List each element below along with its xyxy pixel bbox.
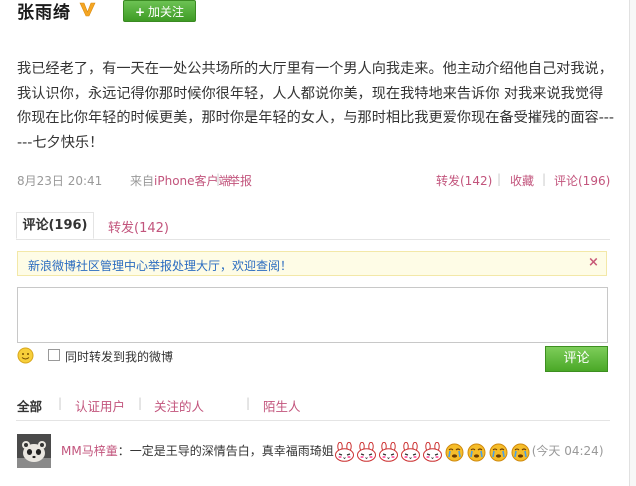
plus-icon: + bbox=[134, 5, 146, 19]
rabbit-face-icon bbox=[378, 441, 399, 462]
comment-item: MM马梓童：一定是王导的深情告白，真幸福雨琦姐 (今天 04:24) bbox=[61, 440, 609, 462]
smiley-icon[interactable] bbox=[17, 347, 34, 364]
emoticon-group bbox=[334, 441, 532, 462]
sync-repost-checkbox[interactable] bbox=[48, 349, 60, 361]
report-link[interactable]: 举报 bbox=[228, 172, 252, 189]
follow-button[interactable]: + 加关注 bbox=[123, 0, 196, 22]
favorite-link[interactable]: 收藏 bbox=[510, 172, 534, 189]
filter-verified-users[interactable]: 认证用户 bbox=[75, 396, 125, 415]
separator: | bbox=[216, 172, 221, 186]
filters-divider bbox=[16, 420, 610, 421]
tab-comments[interactable]: 评论(196) bbox=[16, 212, 94, 239]
crying-face-icon bbox=[444, 442, 465, 462]
crying-face-icon bbox=[466, 442, 487, 462]
crying-face-icon bbox=[488, 442, 509, 462]
filter-strangers[interactable]: 陌生人 bbox=[263, 396, 301, 415]
avatar-image bbox=[17, 434, 51, 468]
submit-comment-button[interactable]: 评论 bbox=[545, 346, 608, 372]
rabbit-face-icon bbox=[356, 441, 377, 462]
filter-following[interactable]: 关注的人 bbox=[154, 396, 204, 415]
separator: | bbox=[542, 172, 547, 186]
filter-all[interactable]: 全部 bbox=[17, 396, 42, 415]
rabbit-face-icon bbox=[400, 441, 421, 462]
notice-bar: 新浪微博社区管理中心举报处理大厅，欢迎查阅！ × bbox=[17, 251, 607, 276]
rabbit-face-icon bbox=[334, 441, 355, 462]
tab-reposts[interactable]: 转发(142) bbox=[108, 217, 169, 236]
comment-time: (今天 04:24) bbox=[531, 444, 604, 458]
comment-body: ：一定是王导的深情告白，真幸福雨琦姐 bbox=[117, 444, 334, 458]
notice-link[interactable]: 新浪微博社区管理中心举报处理大厅，欢迎查阅！ bbox=[28, 257, 292, 274]
rabbit-face-icon bbox=[422, 441, 443, 462]
separator: | bbox=[58, 396, 63, 410]
separator: | bbox=[497, 172, 502, 186]
commenter-name[interactable]: MM马梓童 bbox=[61, 444, 118, 458]
comment-count-link[interactable]: 评论(196) bbox=[554, 172, 610, 189]
crying-face-icon bbox=[510, 442, 531, 462]
source-prefix: 来自 bbox=[130, 174, 155, 188]
follow-label: 加关注 bbox=[148, 5, 185, 19]
sync-repost-label: 同时转发到我的微博 bbox=[65, 350, 174, 364]
verified-v-icon bbox=[79, 2, 96, 17]
repost-link[interactable]: 转发(142) bbox=[436, 172, 492, 189]
avatar[interactable] bbox=[17, 434, 51, 468]
separator: | bbox=[246, 396, 251, 410]
post-text: 我已经老了，有一天在一处公共场所的大厅里有一个男人向我走来。他主动介绍他自己对我… bbox=[17, 61, 615, 151]
tabs-divider bbox=[16, 239, 610, 240]
close-icon[interactable]: × bbox=[588, 255, 599, 270]
post-time[interactable]: 8月23日 20:41 bbox=[17, 172, 102, 189]
author-name[interactable]: 张雨绮 bbox=[17, 0, 71, 23]
scrollbar-track[interactable] bbox=[629, 0, 636, 486]
comment-input[interactable] bbox=[17, 287, 608, 343]
separator: | bbox=[138, 396, 143, 410]
